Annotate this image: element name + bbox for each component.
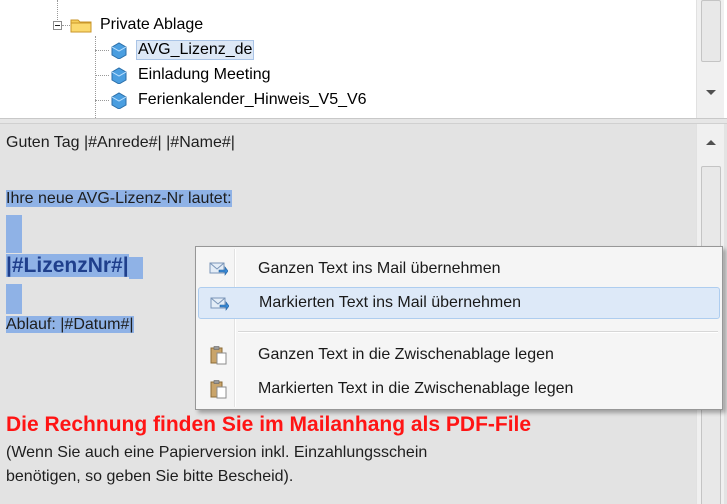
tree-item-avg-lizenz[interactable]: AVG_Lizenz_de (110, 40, 255, 60)
tree-scrollbar[interactable] (696, 0, 724, 118)
expiry-value: |#Datum#| (60, 316, 134, 333)
expiry-label: Ablauf: (6, 316, 61, 333)
tree-item-einladung-meeting[interactable]: Einladung Meeting (110, 65, 273, 85)
tree-item-label: Ferienkalender_Hinweis_V5_V6 (138, 91, 367, 108)
template-document-icon (111, 67, 127, 84)
menu-separator (238, 331, 718, 333)
template-document-icon (111, 92, 127, 109)
menu-item-label: Ganzen Text ins Mail übernehmen (258, 260, 501, 277)
tree-connector (95, 50, 109, 51)
selected-text: Ihre neue AVG-Lizenz-Nr lautet: (6, 190, 232, 207)
clipboard-paste-icon (210, 346, 227, 365)
tree-item-label: AVG_Lizenz_de (136, 40, 255, 60)
tree-folder-label: Private Ablage (100, 16, 204, 33)
menu-item-insert-selected-text[interactable]: Markierten Text ins Mail übernehmen (198, 287, 720, 319)
license-placeholder: |#LizenzNr#| (6, 254, 129, 277)
license-intro-line: Ihre neue AVG-Lizenz-Nr lautet: (6, 190, 232, 208)
menu-item-copy-selected-to-clipboard[interactable]: Markierten Text in die Zwischenablage le… (198, 373, 720, 405)
tree-connector (62, 25, 70, 26)
license-number-line: |#LizenzNr#| (6, 254, 143, 279)
tree-item-ferienkalender[interactable]: Ferienkalender_Hinweis_V5_V6 (110, 90, 369, 110)
scroll-up-arrow-icon[interactable] (706, 140, 716, 145)
selection-block (6, 215, 22, 253)
tree-folder-private-ablage[interactable]: Private Ablage (70, 15, 205, 35)
paper-note-line-1: (Wenn Sie auch eine Papierversion inkl. … (6, 444, 428, 461)
greeting-line: Guten Tag |#Anrede#| |#Name#| (6, 134, 235, 151)
menu-item-insert-all-text[interactable]: Ganzen Text ins Mail übernehmen (198, 253, 720, 285)
paper-note-line-2: benötigen, so geben Sie bitte Bescheid). (6, 468, 294, 485)
selection-block (128, 256, 143, 279)
scroll-down-arrow-icon[interactable] (706, 90, 716, 95)
template-document-icon (111, 42, 127, 59)
collapse-toggle[interactable] (53, 21, 62, 30)
menu-item-label: Markierten Text ins Mail übernehmen (259, 294, 522, 311)
folder-icon (70, 19, 92, 32)
template-tree: Private Ablage AVG_Lizenz_de Einladung M… (0, 0, 727, 118)
selection-block (6, 284, 22, 314)
mail-insert-icon (209, 262, 228, 276)
invoice-notice: Die Rechnung finden Sie im Mailanhang al… (6, 413, 532, 436)
context-menu: Ganzen Text ins Mail übernehmen Markiert… (195, 246, 723, 410)
tree-item-label: Einladung Meeting (138, 66, 271, 83)
tree-connector (95, 75, 109, 76)
mail-insert-icon (210, 297, 229, 311)
expiry-line: Ablauf: |#Datum#| (6, 316, 134, 334)
tree-connector (57, 0, 58, 20)
tree-connector (95, 100, 109, 101)
tree-connector (95, 36, 96, 118)
clipboard-paste-icon (210, 380, 227, 399)
tree-scrollbar-thumb[interactable] (701, 0, 721, 62)
menu-item-copy-all-to-clipboard[interactable]: Ganzen Text in die Zwischenablage legen (198, 339, 720, 371)
menu-item-label: Markierten Text in die Zwischenablage le… (258, 380, 574, 397)
menu-item-label: Ganzen Text in die Zwischenablage legen (258, 346, 554, 363)
